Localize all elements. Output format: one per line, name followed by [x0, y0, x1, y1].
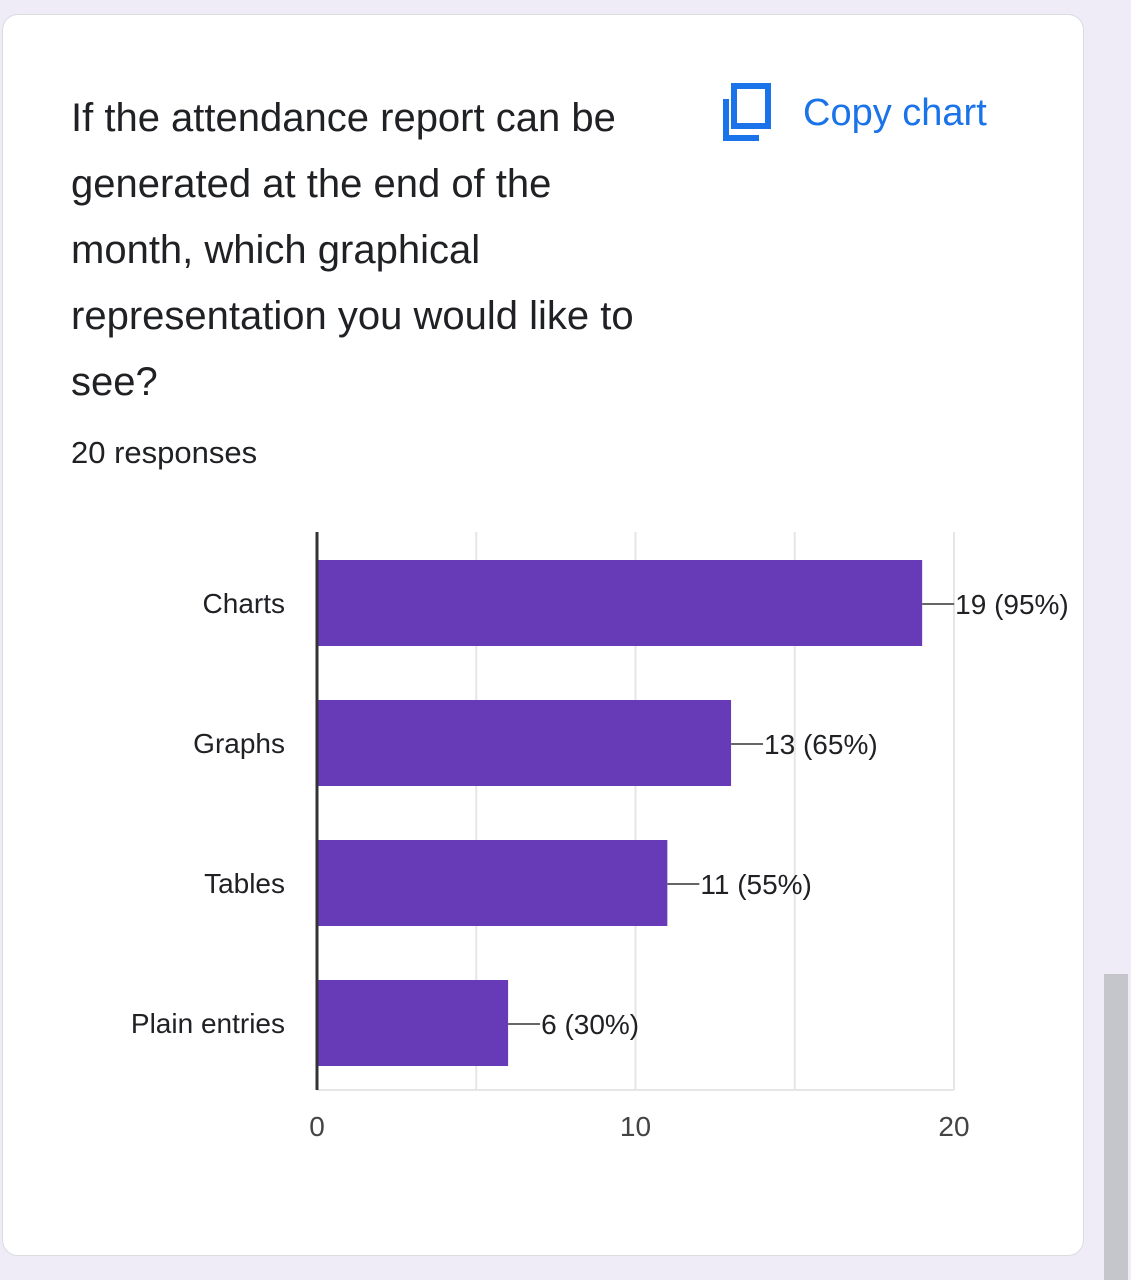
scrollbar-thumb[interactable] — [1104, 974, 1128, 1280]
x-tick-label: 20 — [938, 1111, 969, 1142]
bar — [317, 840, 668, 926]
data-label: 19 (95%) — [955, 589, 1069, 620]
category-label: Charts — [203, 588, 285, 619]
category-label: Plain entries — [131, 1008, 285, 1039]
bar — [317, 980, 509, 1066]
category-label: Tables — [204, 868, 285, 899]
bar — [317, 560, 923, 646]
data-label: 13 (65%) — [764, 729, 878, 760]
bar-chart: Charts 19 (95%) Graphs 13 (65%) Tables 11 (55… — [131, 532, 1069, 1142]
x-tick-label: 0 — [309, 1111, 325, 1142]
category-label: Graphs — [193, 728, 285, 759]
x-tick-label: 10 — [620, 1111, 651, 1142]
data-label: 6 (30%) — [541, 1009, 639, 1040]
bar — [317, 700, 732, 786]
data-label: 11 (55%) — [700, 869, 812, 900]
